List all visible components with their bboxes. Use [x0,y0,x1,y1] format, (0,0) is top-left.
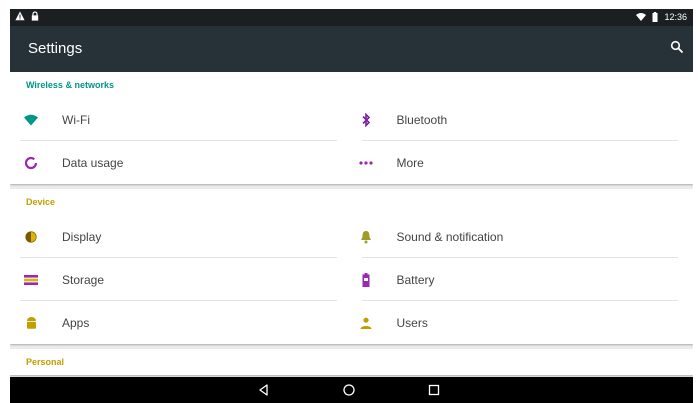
home-icon[interactable] [342,383,356,397]
settings-item-label: More [396,155,424,170]
settings-item-bluetooth[interactable]: Bluetooth [352,98,694,141]
settings-item-label: Storage [62,272,105,287]
user-icon [359,316,373,330]
section-personal: Personal [10,349,693,375]
battery-icon [652,12,658,22]
search-icon[interactable] [670,40,684,54]
settings-item-label: Apps [62,315,90,330]
wifi-icon [636,13,647,21]
recents-icon[interactable] [427,383,441,397]
bluetooth-icon [359,112,373,127]
warning-icon [15,11,25,21]
settings-item-storage[interactable]: Storage [10,258,352,301]
settings-item-label: Display [62,229,102,244]
wifi-icon [24,113,38,127]
android-icon [24,316,38,330]
section-title: Personal [26,357,65,367]
settings-item-battery[interactable]: Battery [352,258,694,301]
bell-icon [359,230,373,244]
storage-icon [24,273,38,287]
app-bar: Settings [10,26,693,72]
settings-item-label: Users [396,315,428,330]
settings-item-sound-notification[interactable]: Sound & notification [352,215,694,258]
settings-item-label: Battery [396,272,435,287]
back-icon[interactable] [257,383,271,397]
data-usage-icon [24,156,38,170]
settings-item-data-usage[interactable]: Data usage [10,141,352,184]
status-time: 12:36 [664,12,687,22]
page-title: Settings [28,40,83,57]
battery-icon [359,272,373,287]
settings-item-label: Data usage [62,155,124,170]
navigation-bar [10,377,693,403]
section-title: Device [26,197,56,207]
settings-item-label: Wi-Fi [62,112,90,127]
settings-item-label: Sound & notification [396,229,504,244]
lock-icon [31,11,39,21]
settings-item-more[interactable]: More [352,141,694,184]
settings-item-label: Bluetooth [396,112,448,127]
settings-item-apps[interactable]: Apps [10,301,352,344]
display-icon [24,230,38,244]
section-title: Wireless & networks [26,80,114,90]
section-device: Device Display Sound & notification Stor… [10,189,693,344]
settings-item-display[interactable]: Display [10,215,352,258]
device-screen: 12:36 Settings Wireless & networks Wi-Fi… [10,9,693,403]
settings-item-wifi[interactable]: Wi-Fi [10,98,352,141]
settings-item-users[interactable]: Users [352,301,694,344]
settings-list: Wireless & networks Wi-Fi Bluetooth Data… [10,72,693,377]
status-bar: 12:36 [10,9,693,26]
more-icon [358,156,373,170]
section-wireless-networks: Wireless & networks Wi-Fi Bluetooth Data… [10,72,693,184]
